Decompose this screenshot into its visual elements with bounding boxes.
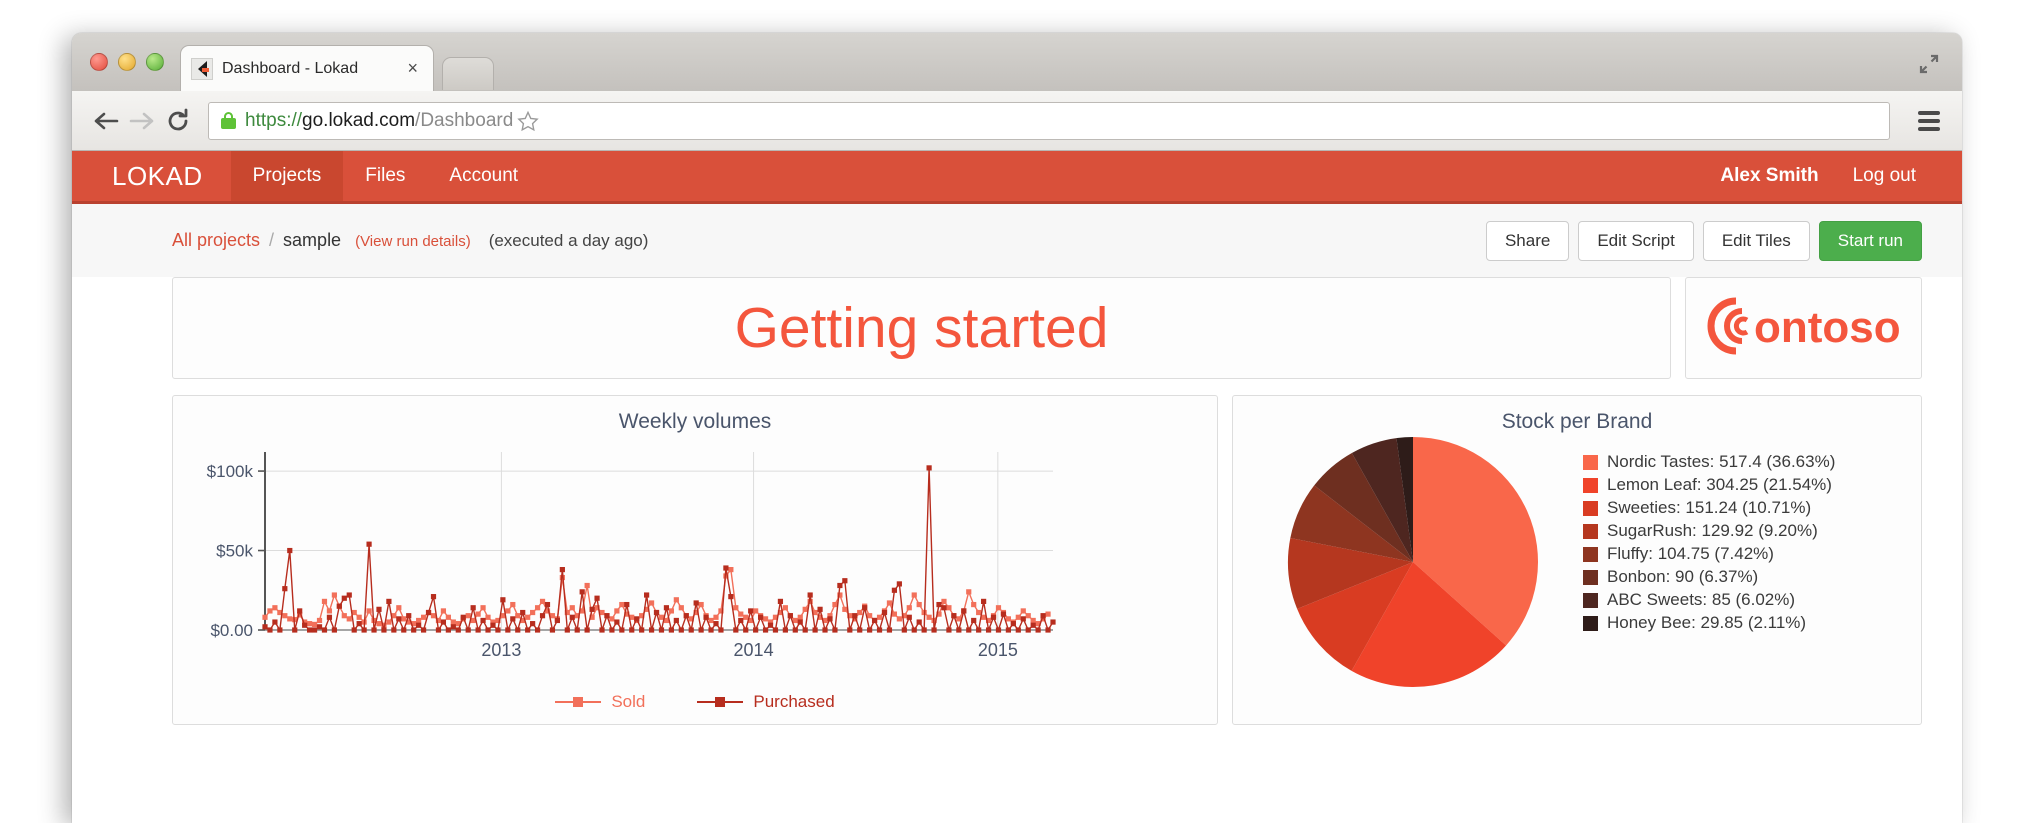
- app-navbar: LOKAD Projects Files Account Alex Smith …: [72, 151, 1962, 204]
- expand-window-icon[interactable]: [1918, 53, 1940, 75]
- back-icon[interactable]: [88, 103, 124, 139]
- legend-item: Sweeties: 151.24 (10.71%): [1583, 498, 1835, 518]
- legend-swatch-icon: [1583, 523, 1598, 539]
- start-run-button[interactable]: Start run: [1818, 220, 1922, 261]
- view-run-details-link[interactable]: (View run details): [355, 233, 471, 250]
- sub-header: All projects / sample (View run details)…: [72, 204, 1962, 277]
- breadcrumb-all-projects[interactable]: All projects: [172, 230, 260, 251]
- svg-text:2015: 2015: [978, 640, 1018, 660]
- edit-script-button[interactable]: Edit Script: [1578, 220, 1694, 261]
- edit-tiles-button[interactable]: Edit Tiles: [1702, 220, 1810, 261]
- maximize-window-button[interactable]: [146, 53, 164, 71]
- share-button[interactable]: Share: [1485, 220, 1570, 261]
- breadcrumb-separator: /: [269, 230, 275, 250]
- legend-swatch-icon: [1583, 477, 1598, 493]
- legend-label: SugarRush: 129.92 (9.20%): [1607, 521, 1818, 540]
- legend-item: Honey Bee: 29.85 (2.11%): [1583, 613, 1835, 633]
- browser-menu-icon[interactable]: [1912, 104, 1946, 138]
- tile-row-top: Getting started ontoso: [172, 277, 1922, 379]
- stock-per-brand-title: Stock per Brand: [1501, 410, 1653, 433]
- legend-label: Sweeties: 151.24 (10.71%): [1607, 498, 1812, 517]
- stock-per-brand-chart: [1288, 437, 1538, 687]
- dashboard-title: Getting started: [734, 296, 1109, 360]
- tab-title: Dashboard - Lokad: [222, 59, 359, 77]
- svg-text:$0.00: $0.00: [210, 621, 253, 640]
- browser-window: Dashboard - Lokad × https://go.lokad.com…: [72, 33, 1962, 823]
- legend-item: Nordic Tastes: 517.4 (36.63%): [1583, 452, 1835, 472]
- nav-item-projects[interactable]: Projects: [230, 151, 344, 201]
- browser-tabstrip: Dashboard - Lokad ×: [72, 33, 1962, 91]
- browser-toolbar: https://go.lokad.com/Dashboard: [72, 91, 1962, 151]
- close-window-button[interactable]: [90, 53, 108, 71]
- tile-contoso-logo: ontoso: [1685, 277, 1922, 379]
- lokad-favicon-icon: [191, 57, 213, 80]
- url-scheme: https://: [245, 109, 303, 131]
- legend-label: ABC Sweets: 85 (6.02%): [1607, 590, 1796, 609]
- logout-link[interactable]: Log out: [1853, 165, 1916, 187]
- legend-item: Bonbon: 90 (6.37%): [1583, 567, 1835, 587]
- legend-label: Fluffy: 104.75 (7.42%): [1607, 544, 1774, 563]
- tile-row-charts: Weekly volumes $0.00 $50k $100k 2013 2014 201…: [172, 395, 1922, 725]
- reload-icon[interactable]: [160, 103, 196, 139]
- contoso-logo-icon: ontoso: [1706, 293, 1902, 364]
- legend-swatch-icon: [1583, 569, 1598, 585]
- legend-item: Fluffy: 104.75 (7.42%): [1583, 544, 1835, 564]
- legend-label: Nordic Tastes: 517.4 (36.63%): [1607, 452, 1836, 471]
- legend-item: ABC Sweets: 85 (6.02%): [1583, 590, 1835, 610]
- legend-marker-purchased: [697, 695, 744, 709]
- legend-marker-sold: [555, 695, 602, 709]
- weekly-volumes-legend: Sold Purchased: [173, 692, 1217, 712]
- bookmark-star-icon[interactable]: [513, 106, 543, 136]
- action-buttons: Share Edit Script Edit Tiles Start run: [1485, 220, 1922, 261]
- legend-swatch-icon: [1583, 454, 1598, 470]
- breadcrumb: All projects / sample (View run details)…: [172, 230, 648, 251]
- forward-icon: [124, 103, 160, 139]
- tile-weekly-volumes: Weekly volumes $0.00 $50k $100k 2013 2014 201…: [172, 395, 1218, 725]
- nav-item-files[interactable]: Files: [343, 151, 427, 201]
- legend-item: Lemon Leaf: 304.25 (21.54%): [1583, 475, 1835, 495]
- stock-per-brand-legend: Nordic Tastes: 517.4 (36.63%) Lemon Leaf:…: [1583, 452, 1835, 633]
- url-path: /Dashboard: [415, 109, 514, 131]
- legend-label-sold: Sold: [611, 692, 646, 711]
- minimize-window-button[interactable]: [118, 53, 136, 71]
- legend-swatch-icon: [1583, 592, 1598, 608]
- legend-label: Bonbon: 90 (6.37%): [1607, 567, 1759, 586]
- run-executed-text: (executed a day ago): [488, 231, 649, 250]
- svg-text:$50k: $50k: [216, 542, 253, 561]
- legend-swatch-icon: [1583, 500, 1598, 516]
- url-host: go.lokad.com: [302, 109, 416, 131]
- legend-item-purchased: Purchased: [697, 692, 835, 712]
- app-content: LOKAD Projects Files Account Alex Smith …: [72, 151, 1962, 823]
- weekly-volumes-chart: $0.00 $50k $100k 2013 2014 2015: [207, 452, 1056, 660]
- tile-getting-started: Getting started: [172, 277, 1671, 379]
- weekly-volumes-title: Weekly volumes: [618, 410, 772, 433]
- close-tab-icon[interactable]: ×: [402, 58, 423, 79]
- legend-swatch-icon: [1583, 615, 1598, 631]
- lock-icon: [221, 112, 236, 129]
- new-tab-button[interactable]: [442, 57, 494, 90]
- legend-item: SugarRush: 129.92 (9.20%): [1583, 521, 1835, 541]
- legend-label: Lemon Leaf: 304.25 (21.54%): [1607, 475, 1832, 494]
- url-text: https://go.lokad.com/Dashboard: [245, 110, 513, 132]
- breadcrumb-project: sample: [283, 230, 342, 250]
- user-name[interactable]: Alex Smith: [1720, 165, 1818, 187]
- browser-tab[interactable]: Dashboard - Lokad ×: [180, 45, 434, 91]
- legend-swatch-icon: [1583, 546, 1598, 562]
- window-controls: [90, 53, 164, 71]
- contoso-wordmark: ontoso: [1754, 303, 1901, 352]
- dashboard-tiles: Getting started ontoso Weekly volumes $0…: [72, 277, 1962, 725]
- tile-stock-per-brand: Stock per Brand Nordic Tastes: 517.4 (36…: [1232, 395, 1922, 725]
- svg-text:$100k: $100k: [207, 462, 254, 481]
- legend-label-purchased: Purchased: [753, 692, 835, 711]
- svg-text:2013: 2013: [481, 640, 521, 660]
- nav-user-area: Alex Smith Log out: [1720, 151, 1962, 201]
- svg-text:2014: 2014: [734, 640, 774, 660]
- lokad-brand[interactable]: LOKAD: [72, 151, 231, 201]
- nav-item-account[interactable]: Account: [427, 151, 540, 201]
- legend-label: Honey Bee: 29.85 (2.11%): [1607, 613, 1807, 632]
- legend-item-sold: Sold: [555, 692, 645, 712]
- address-bar[interactable]: https://go.lokad.com/Dashboard: [208, 101, 1890, 140]
